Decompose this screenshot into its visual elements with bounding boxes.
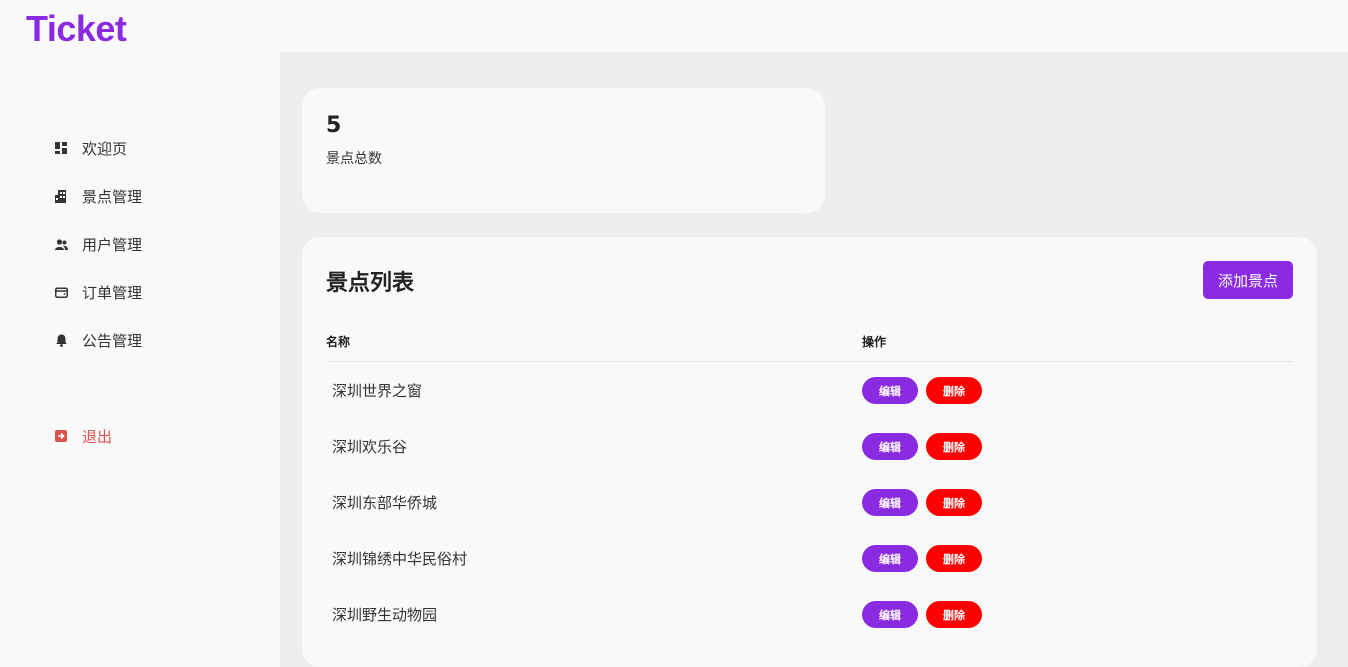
column-header-name: 名称 bbox=[326, 335, 351, 349]
table-row: 深圳欢乐谷 编辑 删除 bbox=[302, 419, 1317, 475]
table-row: 深圳野生动物园 编辑 删除 bbox=[302, 587, 1317, 643]
attraction-name: 深圳锦绣中华民俗村 bbox=[332, 550, 468, 568]
table-row: 深圳东部华侨城 编辑 删除 bbox=[302, 475, 1317, 531]
dashboard-icon bbox=[54, 141, 68, 155]
delete-button[interactable]: 删除 bbox=[926, 545, 982, 572]
sidebar-item-orders[interactable]: 订单管理 bbox=[54, 280, 142, 304]
edit-button[interactable]: 编辑 bbox=[862, 601, 918, 628]
attraction-count-card: 5 景点总数 bbox=[302, 88, 825, 213]
sidebar-item-announcements[interactable]: 公告管理 bbox=[54, 328, 142, 352]
add-attraction-button[interactable]: 添加景点 bbox=[1203, 261, 1293, 299]
logout-label: 退出 bbox=[82, 427, 113, 446]
attraction-list-title: 景点列表 bbox=[326, 271, 415, 296]
edit-button[interactable]: 编辑 bbox=[862, 433, 918, 460]
attraction-count-value: 5 bbox=[326, 113, 342, 138]
attraction-count-label: 景点总数 bbox=[326, 151, 382, 167]
attraction-name: 深圳东部华侨城 bbox=[332, 494, 438, 512]
edit-button[interactable]: 编辑 bbox=[862, 377, 918, 404]
main-content: 5 景点总数 景点列表 添加景点 名称 操作 深圳世界之窗 编辑 删除 深圳欢乐… bbox=[280, 52, 1348, 667]
attraction-name: 深圳世界之窗 bbox=[332, 382, 423, 400]
delete-button[interactable]: 删除 bbox=[926, 601, 982, 628]
bell-icon bbox=[54, 333, 68, 347]
table-header-divider bbox=[326, 361, 1293, 362]
table-row: 深圳世界之窗 编辑 删除 bbox=[302, 363, 1317, 419]
sidebar-item-attractions[interactable]: 景点管理 bbox=[54, 184, 142, 208]
wallet-icon bbox=[54, 285, 68, 299]
attraction-name: 深圳欢乐谷 bbox=[332, 438, 408, 456]
delete-button[interactable]: 删除 bbox=[926, 377, 982, 404]
delete-button[interactable]: 删除 bbox=[926, 489, 982, 516]
sidebar-item-users[interactable]: 用户管理 bbox=[54, 232, 142, 256]
users-icon bbox=[54, 237, 68, 251]
sidebar-item-welcome[interactable]: 欢迎页 bbox=[54, 136, 127, 160]
building-icon bbox=[54, 189, 68, 203]
logout-icon bbox=[54, 429, 68, 443]
sidebar: 欢迎页 景点管理 用户管理 订单管理 公告管理 退出 bbox=[0, 52, 280, 667]
sidebar-item-label: 公告管理 bbox=[82, 331, 143, 350]
sidebar-item-label: 订单管理 bbox=[82, 283, 143, 302]
app-logo[interactable]: Ticket bbox=[26, 8, 127, 50]
column-header-actions: 操作 bbox=[862, 335, 887, 349]
edit-button[interactable]: 编辑 bbox=[862, 545, 918, 572]
attraction-name: 深圳野生动物园 bbox=[332, 606, 438, 624]
top-bar: Ticket bbox=[0, 0, 1348, 52]
attraction-list-card: 景点列表 添加景点 名称 操作 深圳世界之窗 编辑 删除 深圳欢乐谷 编辑 删除… bbox=[302, 237, 1317, 667]
edit-button[interactable]: 编辑 bbox=[862, 489, 918, 516]
sidebar-item-label: 用户管理 bbox=[82, 235, 143, 254]
logout-button[interactable]: 退出 bbox=[54, 424, 112, 448]
delete-button[interactable]: 删除 bbox=[926, 433, 982, 460]
table-row: 深圳锦绣中华民俗村 编辑 删除 bbox=[302, 531, 1317, 587]
sidebar-item-label: 欢迎页 bbox=[82, 139, 128, 158]
sidebar-item-label: 景点管理 bbox=[82, 187, 143, 206]
